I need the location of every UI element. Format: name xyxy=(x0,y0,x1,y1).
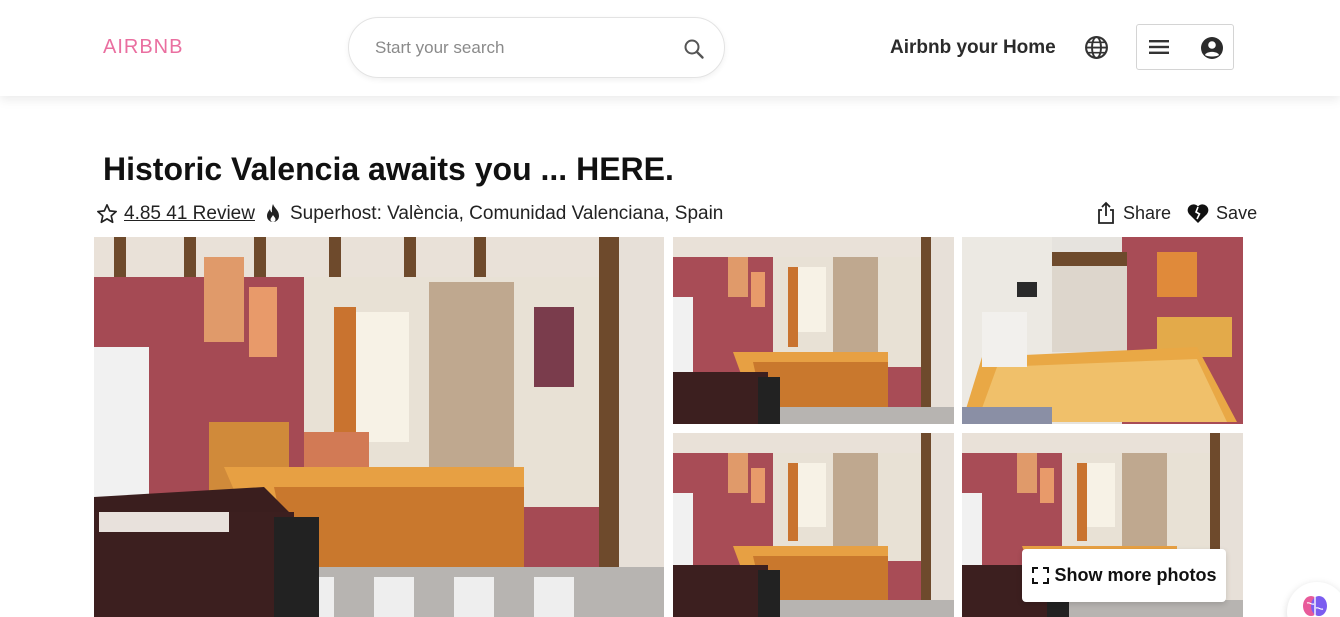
globe-icon[interactable] xyxy=(1084,35,1109,60)
expand-icon xyxy=(1031,567,1049,584)
search-bar[interactable] xyxy=(348,17,725,78)
listing-photo-4[interactable] xyxy=(673,433,954,617)
main-listing-photo[interactable] xyxy=(94,237,664,617)
search-icon[interactable] xyxy=(682,37,706,61)
listing-meta: 4.85 41 Review Superhost: València, Comu… xyxy=(96,201,723,227)
host-location: Superhost: València, Comunidad Valencian… xyxy=(289,203,724,224)
fire-icon xyxy=(266,204,279,222)
top-navbar: AIRBNB Airbnb your Home xyxy=(0,0,1340,96)
brain-icon xyxy=(1303,596,1327,616)
show-more-photos-label: Show more photos xyxy=(1054,565,1217,585)
listing-photo-2[interactable] xyxy=(673,237,954,424)
listing-photo-3[interactable] xyxy=(962,237,1243,424)
logo[interactable]: AIRBNB xyxy=(103,36,183,59)
save-button[interactable]: Save xyxy=(1216,203,1257,224)
listing-actions: Share Save xyxy=(1096,200,1257,226)
assistant-button[interactable] xyxy=(1287,582,1340,617)
airbnb-your-home-link[interactable]: Airbnb your Home xyxy=(890,37,1056,59)
listing-title: Historic Valencia awaits you ... HERE. xyxy=(103,151,674,187)
share-icon[interactable] xyxy=(1096,201,1116,225)
show-more-photos-button[interactable]: Show more photos xyxy=(1022,549,1226,602)
user-menu-button[interactable] xyxy=(1136,24,1234,70)
user-icon xyxy=(1201,37,1223,59)
star-icon xyxy=(97,204,117,224)
rating-reviews-link[interactable]: 4.85 41 Review xyxy=(124,203,255,225)
save-icon[interactable] xyxy=(1186,202,1210,224)
menu-icon xyxy=(1149,40,1169,54)
share-button[interactable]: Share xyxy=(1123,203,1171,224)
search-input[interactable] xyxy=(375,37,665,59)
